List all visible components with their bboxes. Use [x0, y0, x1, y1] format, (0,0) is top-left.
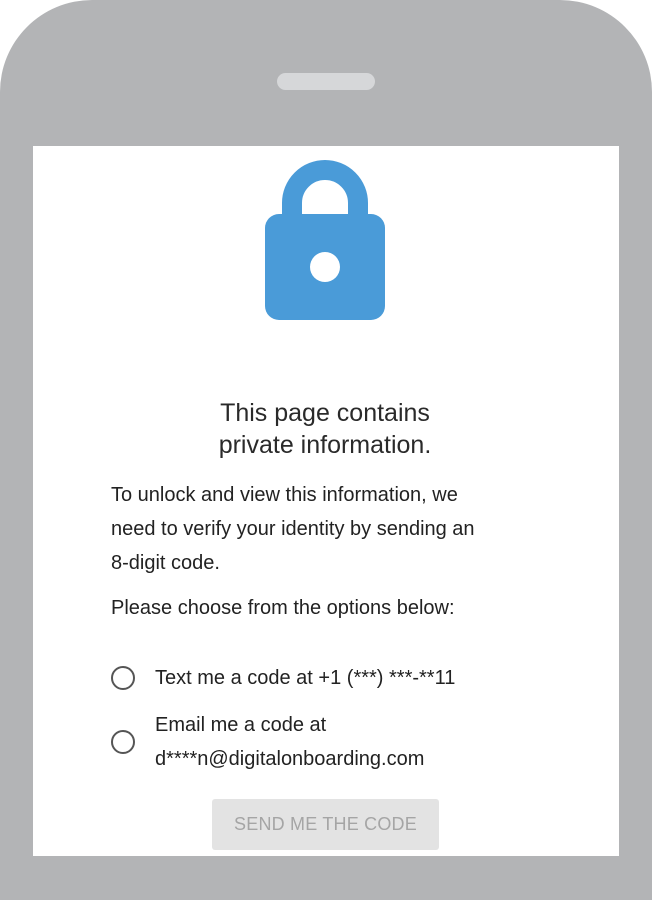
option-email-label: Email me a code at d****n@digitalonboard…	[155, 708, 424, 776]
page-title-line-1: This page contains	[220, 398, 430, 427]
options-prompt: Please choose from the options below:	[111, 597, 455, 619]
option-text-message[interactable]: Text me a code at +1 (***) ***-**11	[111, 661, 455, 695]
phone-frame: This page contains private information. …	[0, 0, 652, 900]
option-email-label-line-2: d****n@digitalonboarding.com	[155, 748, 425, 770]
phone-screen: This page contains private information. …	[33, 146, 619, 856]
option-email-label-line-1: Email me a code at	[155, 714, 327, 736]
radio-text-message[interactable]	[111, 666, 135, 690]
send-code-button[interactable]: SEND ME THE CODE	[212, 799, 439, 850]
intro-text-line-2: need to verify your identity by sending …	[111, 518, 475, 540]
option-email[interactable]: Email me a code at d****n@digitalonboard…	[111, 708, 424, 776]
intro-text-line-3: 8-digit code.	[111, 552, 220, 574]
radio-email[interactable]	[111, 730, 135, 754]
page-title-line-2: private information.	[218, 430, 432, 459]
lock-icon	[265, 160, 385, 320]
option-text-message-label: Text me a code at +1 (***) ***-**11	[155, 661, 455, 695]
option-text-message-label-line-1: Text me a code at +1 (***) ***-**11	[155, 667, 456, 689]
page-title: This page contains private information.	[93, 397, 557, 461]
phone-speaker	[277, 73, 375, 90]
intro-text: To unlock and view this information, we …	[111, 478, 581, 580]
intro-text-line-1: To unlock and view this information, we	[111, 484, 458, 506]
